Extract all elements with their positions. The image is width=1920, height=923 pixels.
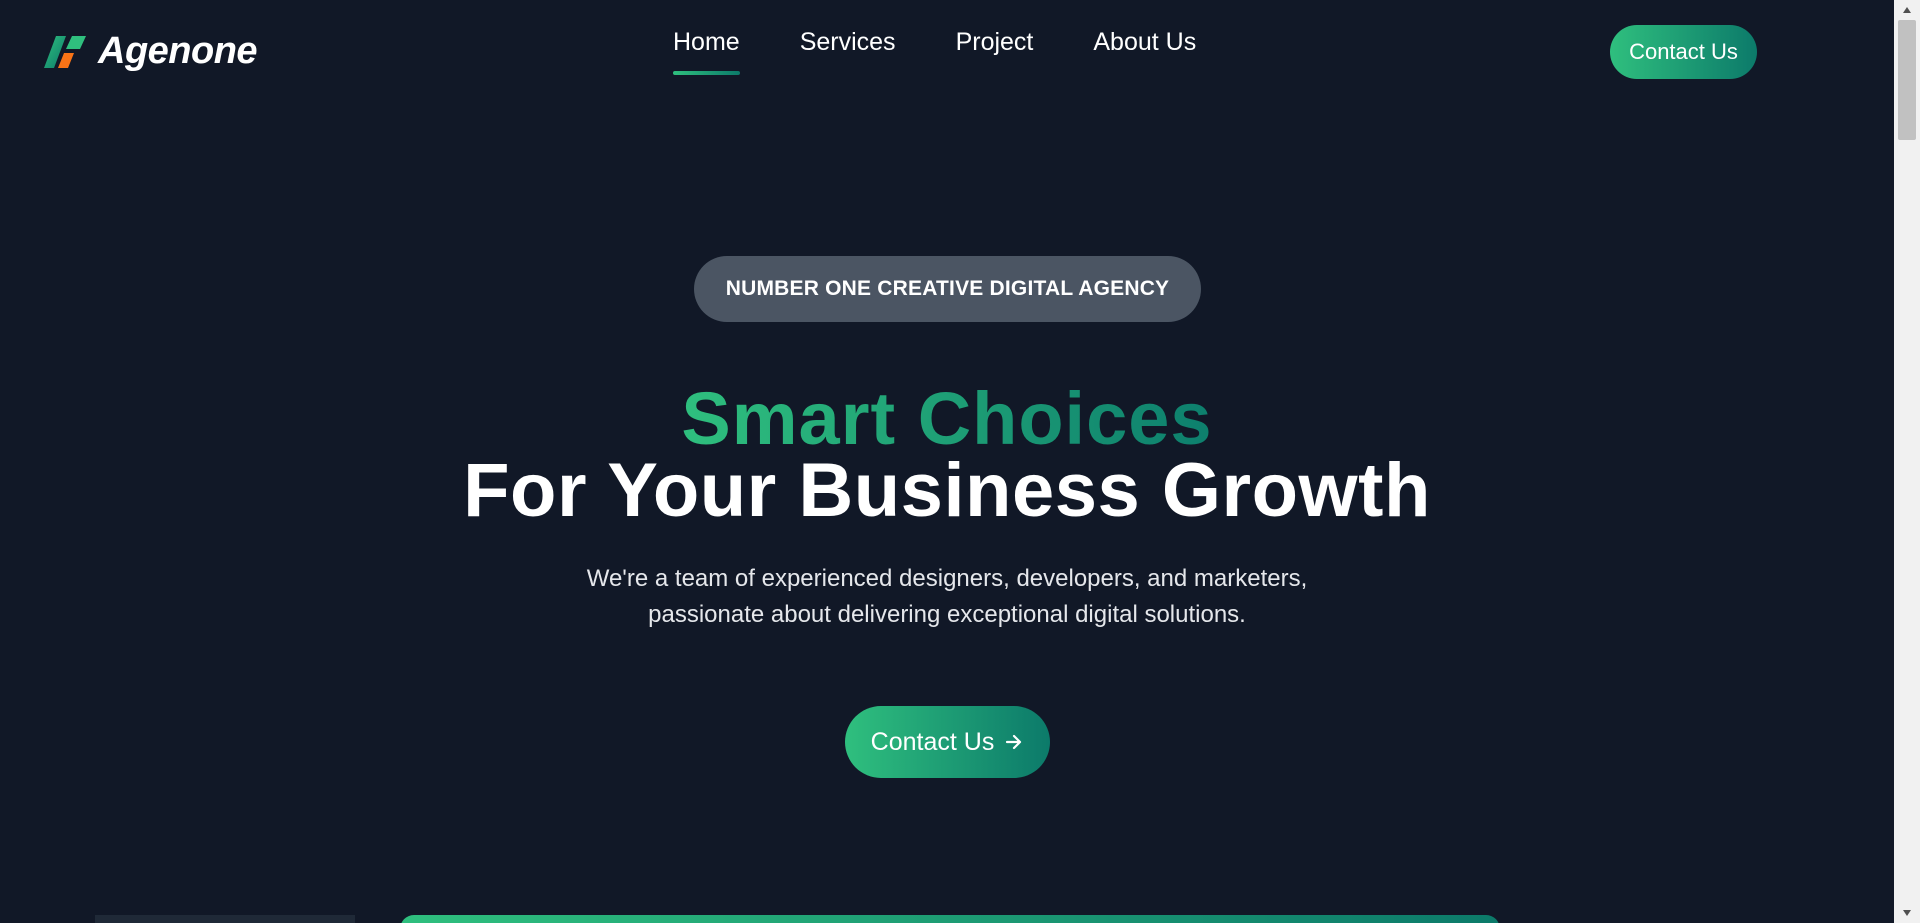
hero-contact-button-label: Contact Us (870, 727, 995, 756)
header-contact-button[interactable]: Contact Us (1610, 25, 1757, 79)
landing-page: Agenone Home Services Project About Us C… (0, 0, 1920, 923)
scroll-down-arrow-icon[interactable] (1894, 903, 1920, 923)
nav-item-services[interactable]: Services (800, 28, 896, 77)
brand-name: Agenone (98, 30, 258, 72)
hero-contact-button[interactable]: Contact Us (845, 706, 1050, 778)
vertical-scrollbar[interactable] (1894, 0, 1920, 923)
arrow-right-icon (1006, 734, 1022, 750)
hero-description-line2: passionate about delivering exceptional … (648, 601, 1246, 628)
brand-logo[interactable]: Agenone (42, 30, 258, 73)
logo-mark-icon (44, 35, 86, 68)
main-nav: Home Services Project About Us (673, 28, 1196, 77)
nav-item-home[interactable]: Home (673, 28, 740, 77)
nav-item-about-us[interactable]: About Us (1093, 28, 1196, 77)
hero-description: We're a team of experienced designers, d… (0, 561, 1894, 633)
hero-headline-main: For Your Business Growth (463, 448, 1431, 533)
scrollbar-thumb[interactable] (1898, 20, 1916, 140)
hero-badge: NUMBER ONE CREATIVE DIGITAL AGENCY (694, 256, 1201, 322)
nav-item-project[interactable]: Project (956, 28, 1034, 77)
next-section-peek (400, 915, 1500, 923)
next-section-peek-dark (95, 915, 355, 923)
scroll-up-arrow-icon[interactable] (1894, 0, 1920, 20)
hero-description-line1: We're a team of experienced designers, d… (586, 565, 1308, 592)
